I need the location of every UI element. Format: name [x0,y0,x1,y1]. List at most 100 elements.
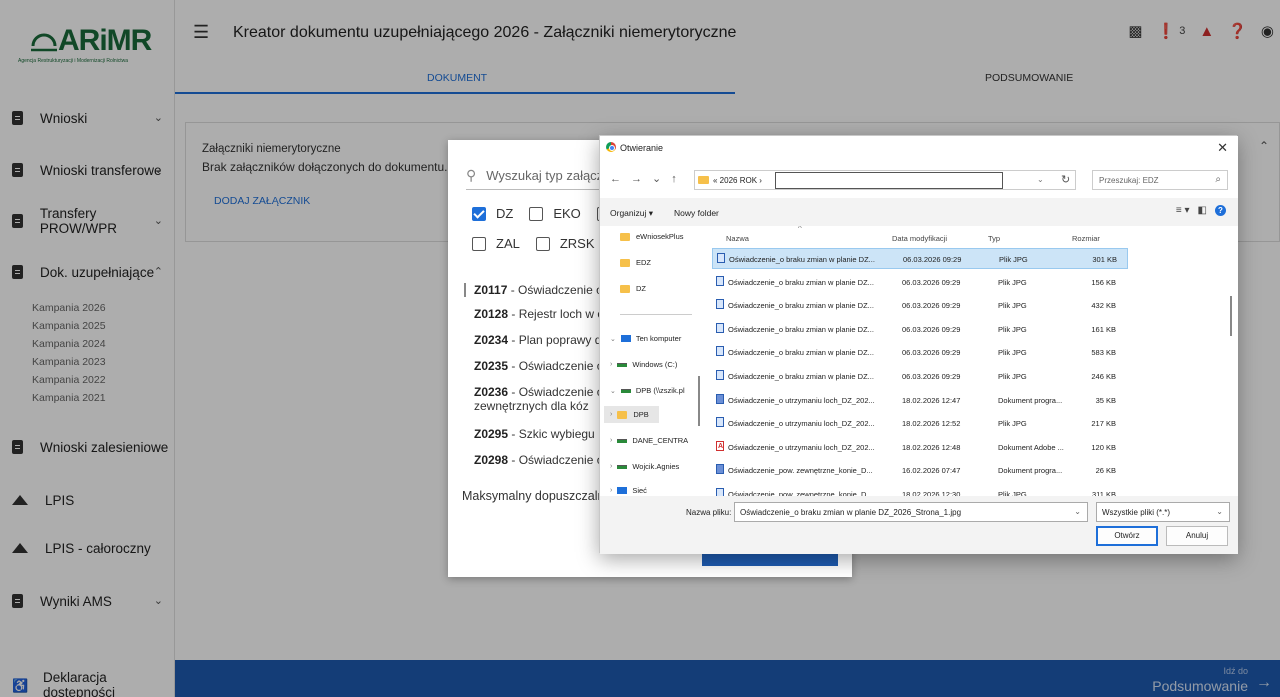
chevron-down-icon[interactable]: ⌄ [1074,507,1081,516]
tree-item[interactable]: › DANE_CENTRA [610,436,688,445]
chevron-down-icon: ⌄ [1216,507,1223,516]
list-item[interactable]: Z0117 - Oświadczenie o bra [464,283,614,297]
filter-row-2: ZAL ZRSK [472,236,605,251]
file-row[interactable]: Oświadczenie_pow. zewnętrzne_konie_D... 1… [712,484,1128,496]
tree-item-label: DANE_CENTRA [632,436,689,445]
filter-label: DZ [496,206,514,221]
filter-label: ZAL [496,236,520,251]
filter-checkbox-dz[interactable] [472,206,486,221]
organize-menu[interactable]: Organizuj ▾ [610,208,653,219]
file-row[interactable]: Oświadczenie_o braku zmian w planie DZ..… [712,248,1128,269]
filter-checkbox-zal[interactable] [472,236,486,251]
close-icon[interactable]: ✕ [1217,140,1228,156]
jpg-file-icon [716,370,724,380]
tree-item[interactable]: ⌄ Ten komputer [610,334,681,343]
filetype-value: Wszystkie pliki (*.*) [1102,508,1171,517]
folder-icon [617,410,628,419]
tree-item-label: Windows (C:) [632,360,678,369]
dialog-search-input[interactable]: Przeszukaj: EDZ ⌕ [1092,170,1228,190]
dialog-search-placeholder: Przeszukaj: EDZ [1099,176,1159,185]
dialog-navbar: ←→⌄↑ « 2026 ROK › ⌄ ↻ Przeszukaj: EDZ ⌕ [600,160,1238,198]
view-menu-icon[interactable]: ≡ ▾ [1176,205,1190,216]
view-controls: ≡ ▾ ◧ ? [1176,205,1226,216]
file-name: Oświadczenie_o braku zmian w planie DZ..… [728,277,874,287]
filename-input[interactable]: Oświadczenie_o braku zmian w planie DZ_2… [734,502,1088,522]
file-list: Nazwa ^ Data modyfikacji Typ Rozmiar Ośw… [702,226,1238,496]
file-row[interactable]: Oświadczenie_o utrzymaniu loch_DZ_202...… [712,390,1128,411]
file-row[interactable]: Oświadczenie_pow. zewnętrzne_konie_D... 1… [712,460,1128,481]
column-header-size[interactable]: Rozmiar [1072,234,1100,243]
file-row[interactable]: Oświadczenie_o braku zmian w planie DZ..… [712,295,1128,316]
dialog-title: Otwieranie [620,143,664,153]
address-edit-field[interactable] [775,172,1003,189]
file-date: 18.02.2026 12:48 [902,442,961,452]
file-date: 06.03.2026 09:29 [903,255,962,264]
file-row[interactable]: Oświadczenie_o braku zmian w planie DZ..… [712,319,1128,340]
filter-checkbox-eko[interactable] [529,206,544,221]
filter-label: ZRSK [559,236,595,251]
tree-item-label: Wojcik.Agnies [632,462,680,471]
file-name: Oświadczenie_o utrzymaniu loch_DZ_202... [728,419,875,429]
open-button[interactable]: Otwórz [1096,526,1158,546]
address-bar[interactable]: « 2026 ROK › ⌄ ↻ [694,170,1076,190]
drive-icon [617,438,628,443]
file-type: Dokument Adobe ... [998,442,1064,452]
file-row[interactable]: Oświadczenie_o utrzymaniu loch_DZ_202...… [712,437,1128,458]
tree-item[interactable]: › Wojcik.Agnies [610,462,679,471]
scrollbar[interactable] [698,376,700,426]
filter-checkbox-zrsk[interactable] [535,236,550,251]
tree-item[interactable]: ⌄ DPB (\\zszik.pl [610,386,685,395]
chevron-down-icon[interactable]: ⌄ [1037,175,1044,184]
file-row[interactable]: Oświadczenie_o utrzymaniu loch_DZ_202...… [712,413,1128,434]
column-header-type[interactable]: Typ [988,234,1000,243]
drive-icon [620,388,631,393]
tree-item[interactable]: › Windows (C:) [610,360,677,369]
file-row[interactable]: Oświadczenie_o braku zmian w planie DZ..… [712,272,1128,293]
folder-icon [698,176,709,184]
file-date: 06.03.2026 09:29 [902,324,961,334]
help-icon[interactable]: ? [1215,205,1226,216]
item-text: - Szkic wybiegu [508,427,595,441]
nav-arrows-icon[interactable]: ←→⌄↑ [610,172,687,185]
file-row[interactable]: Oświadczenie_o braku zmian w planie DZ..… [712,342,1128,363]
item-text: - Oświadczenie o bra [507,283,614,297]
tree-item-label: DPB [633,410,649,419]
tree-item[interactable]: DZ [620,284,646,293]
new-folder-button[interactable]: Nowy folder [674,208,719,218]
preview-pane-icon[interactable]: ◧ [1198,205,1207,216]
computer-icon [620,335,631,342]
file-type: Dokument progra... [998,466,1063,476]
file-date: 06.03.2026 09:29 [902,301,961,311]
scrollbar[interactable] [1230,296,1232,336]
chevron-right-icon: › [610,361,613,368]
file-type: Plik JPG [998,348,1027,358]
file-date: 06.03.2026 09:29 [902,277,961,287]
file-open-dialog: Otwieranie ✕ ←→⌄↑ « 2026 ROK › ⌄ ↻ Przes… [599,135,1238,554]
app-file-icon [716,464,724,475]
dialog-titlebar: Otwieranie ✕ [600,136,1238,160]
column-header-date[interactable]: Data modyfikacji [892,234,947,243]
file-size: 301 KB [1092,255,1117,264]
item-code: Z0236 [474,385,509,399]
tree-item-selected[interactable]: › DPB [604,406,659,423]
tree-item-label: DZ [636,284,646,293]
tree-item-label: Sieć [632,486,647,495]
column-header-name[interactable]: Nazwa [726,234,749,243]
file-name: Oświadczenie_o braku zmian w planie DZ..… [728,372,874,381]
file-name: Oświadczenie_pow. zewnętrzne_konie_D... [728,466,873,476]
jpg-file-icon [716,417,724,428]
cancel-button[interactable]: Anuluj [1166,526,1228,546]
file-size: 26 KB [1095,466,1116,476]
filetype-select[interactable]: Wszystkie pliki (*.*) ⌄ [1096,502,1230,522]
file-row[interactable]: Oświadczenie_o braku zmian w planie DZ..… [712,366,1128,387]
tree-item[interactable]: EDZ [620,258,651,267]
divider [620,314,692,315]
file-type: Dokument progra... [998,395,1063,405]
file-date: 06.03.2026 09:29 [902,348,961,358]
refresh-icon[interactable]: ↻ [1061,173,1070,186]
file-type: Plik JPG [998,372,1027,381]
tree-item-label: EDZ [636,258,651,267]
tree-item[interactable]: › Sieć [610,486,647,495]
file-name: Oświadczenie_o utrzymaniu loch_DZ_202... [728,442,875,452]
tree-item[interactable]: eWniosekPlus [620,232,684,241]
